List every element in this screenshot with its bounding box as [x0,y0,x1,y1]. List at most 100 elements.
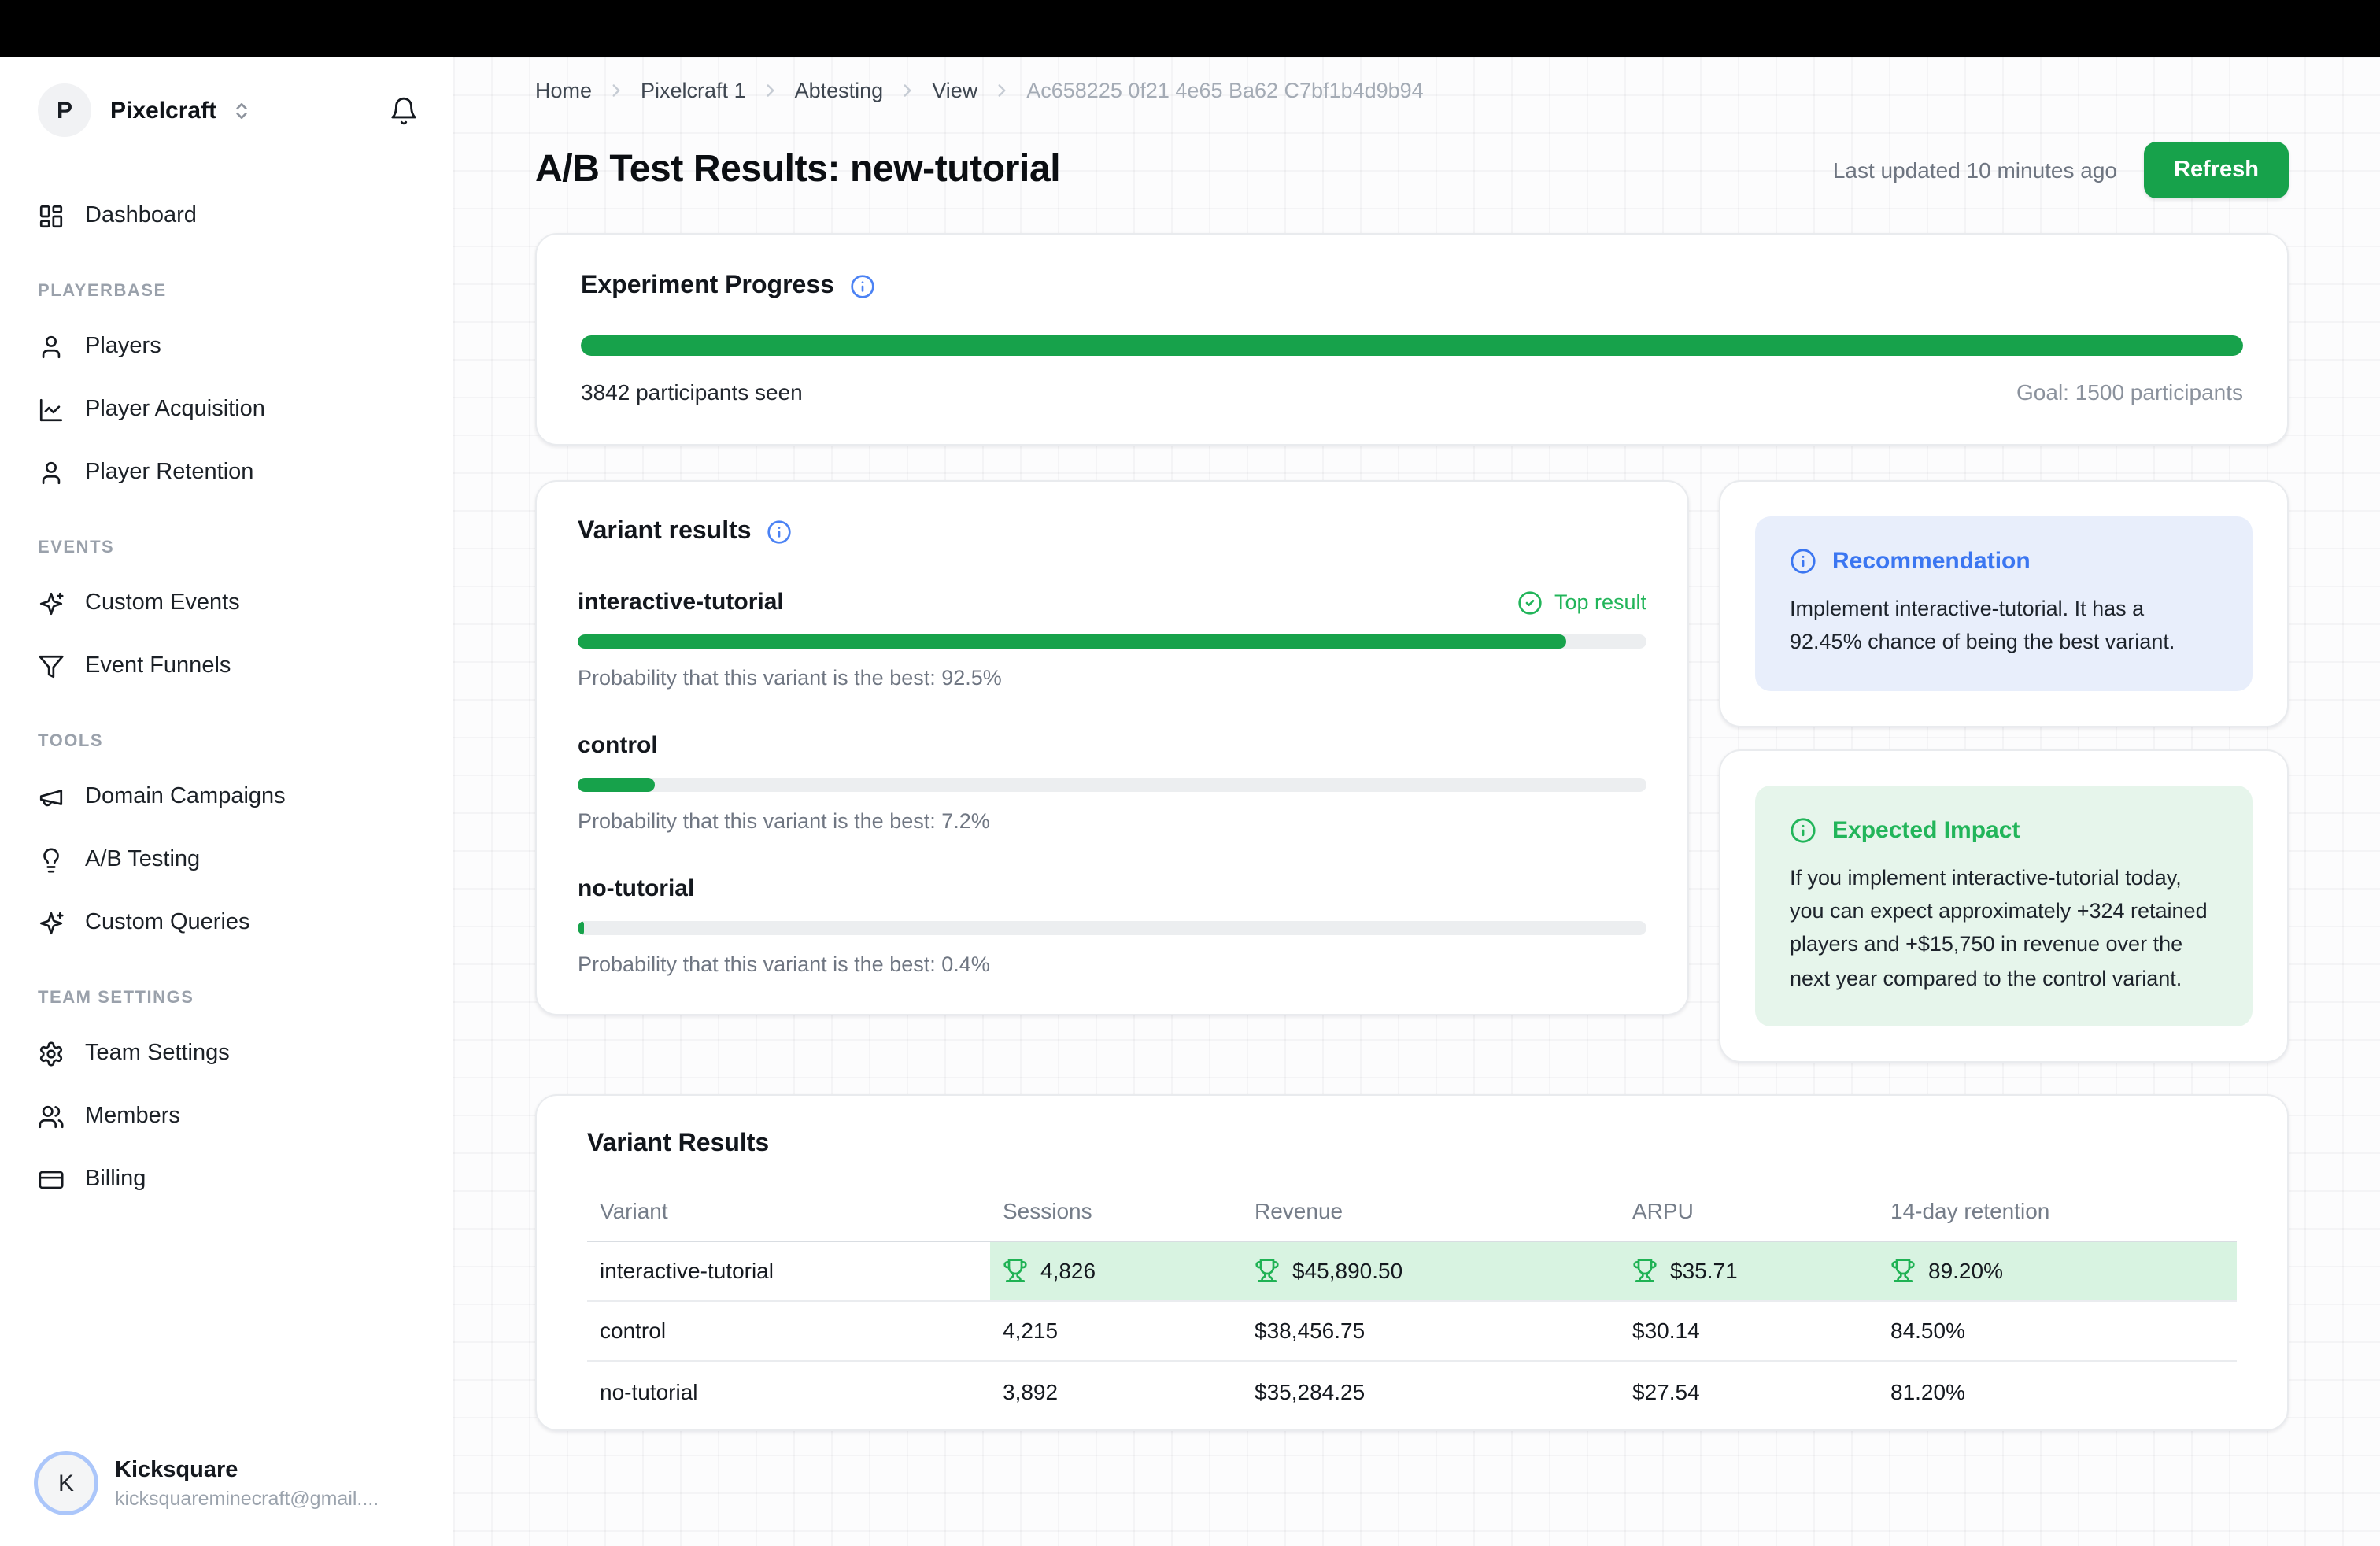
breadcrumb-home[interactable]: Home [535,79,592,102]
variant-results-table: Variant Sessions Revenue ARPU 14-day ret… [587,1178,2237,1421]
sidebar-item-event-funnels[interactable]: Event Funnels [38,642,419,690]
user-name: Kicksquare [115,1457,379,1482]
workspace-avatar[interactable]: P [38,83,91,137]
dashboard-icon [38,202,65,229]
insights-column: Recommendation Implement interactive-tut… [1719,480,2289,1063]
table-title: Variant Results [587,1130,769,1159]
variant-row-control: control Probability that this variant is… [578,732,1646,833]
recommendation-card: Recommendation Implement interactive-tut… [1719,480,2289,727]
trophy-icon [1003,1259,1028,1284]
workspace-name[interactable]: Pixelcraft [110,97,216,124]
sidebar-item-custom-events[interactable]: Custom Events [38,579,419,627]
recommendation-body: Implement interactive-tutorial. It has a… [1790,592,2218,659]
refresh-button[interactable]: Refresh [2144,142,2289,198]
workspace-switcher-chevrons-icon[interactable] [231,100,251,120]
variant-row-interactive-tutorial: interactive-tutorial Top result Probabil… [578,589,1646,690]
page-title: A/B Test Results: new-tutorial [535,148,1060,192]
users-icon [38,1103,65,1130]
breadcrumb: Home Pixelcraft 1 Abtesting View Ac65822… [535,79,2289,102]
cell-variant: control [587,1301,990,1361]
chevron-right-icon [606,80,626,101]
sidebar-item-members[interactable]: Members [38,1093,419,1140]
sparkles-icon [38,909,65,936]
breadcrumb-abtesting[interactable]: Abtesting [795,79,884,102]
variant-probability-caption: Probability that this variant is the bes… [578,666,1646,690]
megaphone-icon [38,783,65,810]
sidebar-item-players[interactable]: Players [38,323,419,370]
trophy-icon [1890,1259,1916,1284]
variant-probability-caption: Probability that this variant is the bes… [578,809,1646,833]
expected-impact-body: If you implement interactive-tutorial to… [1790,860,2218,995]
chevron-right-icon [760,80,781,101]
cell-revenue: $38,456.75 [1242,1301,1620,1361]
gear-icon [38,1040,65,1067]
expected-impact-panel: Expected Impact If you implement interac… [1755,785,2252,1026]
trophy-icon [1255,1259,1280,1284]
sidebar-item-dashboard[interactable]: Dashboard [38,192,419,239]
col-header-revenue: Revenue [1242,1178,1620,1241]
goal-text: Goal: 1500 participants [2016,379,2243,405]
info-icon[interactable] [767,520,793,545]
variant-results-panel: Variant results interactive-tutorial Top… [535,480,1689,1015]
sidebar-item-domain-campaigns[interactable]: Domain Campaigns [38,773,419,820]
sidebar-item-billing[interactable]: Billing [38,1156,419,1203]
sidebar-item-label: Custom Queries [85,910,250,935]
recommendation-panel: Recommendation Implement interactive-tut… [1755,516,2252,690]
col-header-variant: Variant [587,1178,990,1241]
user-icon [38,333,65,360]
sidebar-item-player-acquisition[interactable]: Player Acquisition [38,386,419,433]
variant-name: interactive-tutorial [578,589,784,616]
user-account[interactable]: K Kicksquare kicksquareminecraft@gmail..… [38,1455,379,1511]
user-email: kicksquareminecraft@gmail.... [115,1487,379,1509]
breadcrumb-project[interactable]: Pixelcraft 1 [641,79,746,102]
col-header-sessions: Sessions [990,1178,1242,1241]
sidebar-item-label: Player Acquisition [85,397,265,422]
cell-variant: no-tutorial [587,1361,990,1421]
sidebar-item-label: Domain Campaigns [85,784,286,809]
sidebar-item-player-retention[interactable]: Player Retention [38,449,419,496]
sidebar: P Pixelcraft Dashboard PLAYERBASE Player… [0,57,453,1546]
cell-arpu: $30.14 [1620,1301,1878,1361]
variant-probability-fill [578,778,655,792]
table-row: no-tutorial 3,892 $35,284.25 $27.54 81.2… [587,1361,2237,1421]
check-circle-icon [1518,590,1543,615]
sidebar-item-label: Billing [85,1167,146,1192]
cell-retention: 81.20% [1878,1361,2237,1421]
variant-name: control [578,732,658,759]
participants-seen-text: 3842 participants seen [581,379,803,405]
info-icon [1790,548,1816,575]
sidebar-item-custom-queries[interactable]: Custom Queries [38,899,419,946]
top-black-bar [0,0,2380,57]
expected-impact-card: Expected Impact If you implement interac… [1719,749,2289,1063]
app-root: P Pixelcraft Dashboard PLAYERBASE Player… [0,0,2380,1546]
sidebar-section-events: EVENTS [38,538,419,557]
sidebar-section-team-settings: TEAM SETTINGS [38,989,419,1008]
experiment-progress-bar [581,335,2243,356]
cell-sessions: 4,826 [990,1241,1242,1301]
bell-icon[interactable] [389,95,419,125]
sidebar-item-label: Members [85,1104,180,1129]
funnel-icon [38,653,65,679]
sidebar-item-label: Dashboard [85,203,197,228]
sparkles-icon [38,590,65,616]
variant-results-table-card: Variant Results Variant Sessions Revenue… [535,1094,2289,1432]
cell-variant: interactive-tutorial [587,1241,990,1301]
expected-impact-title: Expected Impact [1832,816,2020,843]
last-updated-text: Last updated 10 minutes ago [1833,157,2117,183]
cell-retention: 84.50% [1878,1301,2237,1361]
sidebar-item-ab-testing[interactable]: A/B Testing [38,836,419,883]
variant-probability-fill [578,921,584,935]
variant-probability-bar [578,634,1646,649]
variant-probability-bar [578,778,1646,792]
variant-probability-bar [578,921,1646,935]
cell-arpu: $27.54 [1620,1361,1878,1421]
sidebar-item-team-settings[interactable]: Team Settings [38,1030,419,1077]
variant-probability-caption: Probability that this variant is the bes… [578,952,1646,976]
table-row: interactive-tutorial 4,826 $45,890.50 $3… [587,1241,2237,1301]
experiment-progress-fill [581,335,2243,356]
breadcrumb-view[interactable]: View [932,79,978,102]
col-header-arpu: ARPU [1620,1178,1878,1241]
app-shell: P Pixelcraft Dashboard PLAYERBASE Player… [0,57,2380,1546]
variant-probability-fill [578,634,1566,649]
info-icon[interactable] [850,274,875,299]
